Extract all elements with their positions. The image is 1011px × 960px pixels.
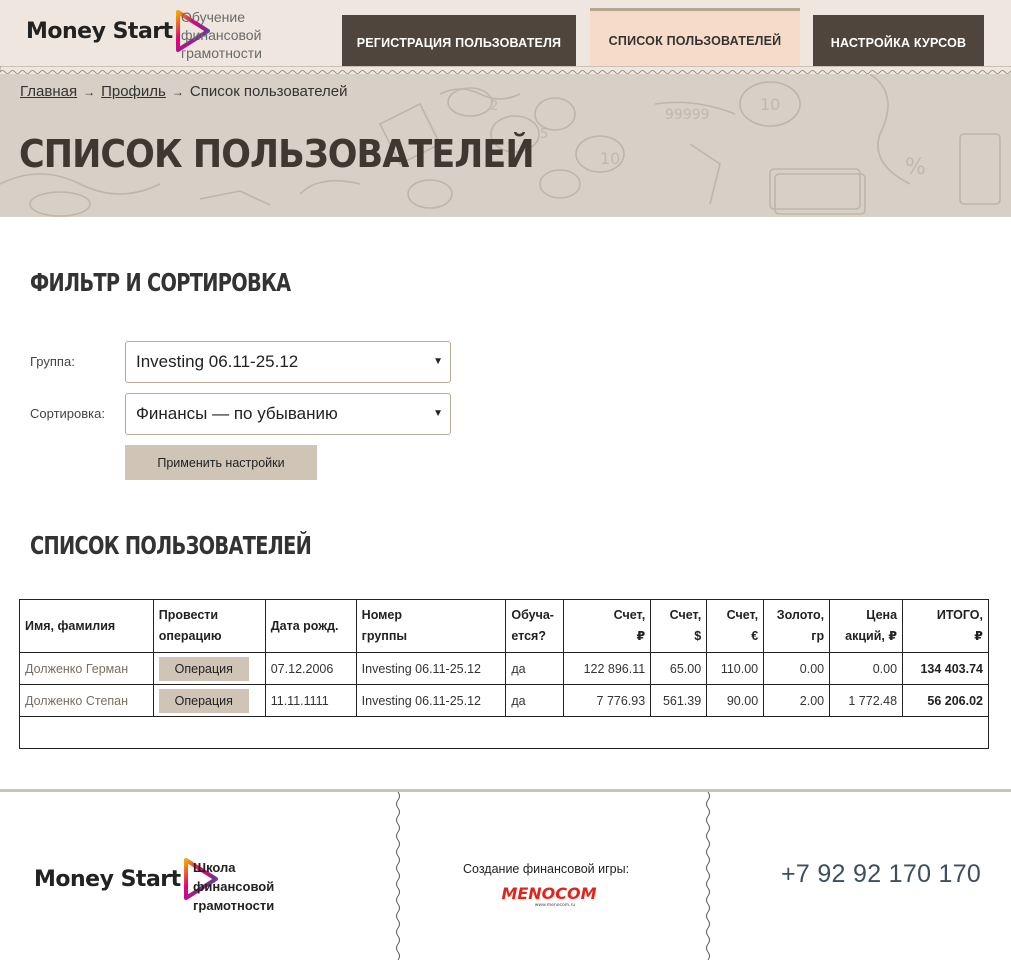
cell-group: Investing 06.11-25.12 (355, 652, 507, 685)
table-row: Долженко Герман Операция 07.12.2006 Inve… (19, 652, 989, 685)
cell-rub: 7 776.93 (563, 684, 652, 717)
cell-usd: 561.39 (650, 684, 708, 717)
user-name-link[interactable]: Долженко Герман (19, 652, 154, 685)
group-label: Группа: (30, 354, 75, 369)
logo-text: Money Start (26, 18, 173, 44)
cell-stock: 1 772.48 (829, 684, 904, 717)
cell-usd: 65.00 (650, 652, 708, 685)
cell-rub: 122 896.11 (563, 652, 652, 685)
col-stock: Цена акций, ₽ (829, 599, 904, 653)
sort-select[interactable]: Финансы — по убыванию ▼ (125, 393, 451, 435)
cell-gold: 2.00 (763, 684, 831, 717)
svg-text:%: % (905, 155, 926, 180)
breadcrumb-home-link[interactable]: Главная (20, 83, 77, 100)
cell-total: 134 403.74 (902, 652, 989, 685)
footer-logo[interactable]: Money Start (34, 856, 219, 902)
svg-text:5: 5 (540, 127, 548, 142)
cell-gold: 0.00 (763, 652, 831, 685)
col-total: ИТОГО, ₽ (902, 599, 989, 653)
dropdown-arrow-icon: ▼ (433, 356, 443, 367)
cell-dob: 11.11.1111 (264, 684, 357, 717)
logo-subtitle: Обучение финансовой грамотности (181, 9, 262, 61)
svg-text:99999: 99999 (665, 107, 710, 123)
apply-settings-button[interactable]: Применить настройки (125, 445, 317, 480)
nav-course-settings[interactable]: Настройка курсов (813, 15, 984, 71)
breadcrumb: Главная → Профиль → Список пользователей (20, 83, 348, 100)
svg-text:www.menocom.ru: www.menocom.ru (535, 902, 576, 908)
footer-school-text: Школа финансовой грамотности (193, 860, 275, 913)
col-operation: Провести операцию (152, 599, 266, 653)
users-table: Имя, фамилия Провести операцию Дата рожд.… (19, 599, 989, 749)
cell-eur: 90.00 (706, 684, 765, 717)
nav-register-user[interactable]: Регистрация пользователя (342, 15, 576, 71)
col-group: Номер группы (355, 599, 507, 653)
breadcrumb-arrow-icon: → (83, 85, 96, 99)
cell-dob: 07.12.2006 (264, 652, 357, 685)
users-section-title: СПИСОК ПОЛЬЗОВАТЕЛЕЙ (30, 531, 312, 560)
svg-text:2: 2 (490, 99, 498, 114)
header-wave-edge (0, 66, 1011, 74)
svg-text:MENOCOM: MENOCOM (501, 884, 596, 903)
footer-logo-text: Money Start (34, 866, 181, 892)
menocom-logo[interactable]: MENOCOM www.menocom.ru (493, 884, 605, 908)
filter-section-title: ФИЛЬТР И СОРТИРОВКА (30, 268, 291, 297)
table-row: Долженко Степан Операция 11.11.1111 Inve… (19, 684, 989, 717)
svg-text:10: 10 (600, 149, 620, 168)
cell-eur: 110.00 (706, 652, 765, 685)
page-title: СПИСОК ПОЛЬЗОВАТЕЛЕЙ (19, 132, 535, 176)
operation-button[interactable]: Операция (158, 688, 249, 713)
cell-total: 56 206.02 (902, 684, 989, 717)
page-hero: % 99999 10 10 2 5 Главная → Профиль → Список… (0, 74, 1011, 217)
footer-creator-label: Создание финансовой игры: (463, 862, 630, 876)
breadcrumb-arrow-icon: → (171, 85, 184, 99)
col-usd: Счет, $ (650, 599, 708, 653)
user-name-link[interactable]: Долженко Степан (19, 684, 154, 717)
footer-phone[interactable]: +7 92 92 170 170 (781, 860, 981, 889)
col-eur: Счет, € (706, 599, 765, 653)
operation-button[interactable]: Операция (158, 656, 249, 681)
table-empty-row (19, 716, 989, 749)
sort-select-value: Финансы — по убыванию (136, 404, 338, 423)
breadcrumb-current: Список пользователей (189, 83, 348, 100)
col-studies: Обуча-ется? (505, 599, 565, 653)
group-select-value: Investing 06.11-25.12 (136, 352, 299, 371)
table-header-row: Имя, фамилия Провести операцию Дата рожд.… (19, 599, 989, 653)
site-footer: Money Start Школа финансовой грамотности… (0, 789, 1011, 960)
site-header: Money Start Обучение финансовой грамотно… (0, 0, 1011, 74)
cell-studies: да (505, 652, 565, 685)
col-name: Имя, фамилия (19, 599, 154, 653)
footer-divider (706, 792, 710, 960)
col-dob: Дата рожд. (264, 599, 357, 653)
dropdown-arrow-icon: ▼ (433, 408, 443, 419)
col-rub: Счет, ₽ (563, 599, 652, 653)
cell-group: Investing 06.11-25.12 (355, 684, 507, 717)
sort-label: Сортировка: (30, 406, 105, 421)
cell-stock: 0.00 (829, 652, 904, 685)
breadcrumb-profile-link[interactable]: Профиль (101, 83, 166, 100)
nav-user-list[interactable]: Список пользователей (590, 8, 800, 71)
cell-studies: да (505, 684, 565, 717)
footer-divider (396, 792, 400, 960)
col-gold: Золото, гр (763, 599, 831, 653)
svg-text:10: 10 (760, 95, 780, 114)
group-select[interactable]: Investing 06.11-25.12 ▼ (125, 341, 451, 383)
